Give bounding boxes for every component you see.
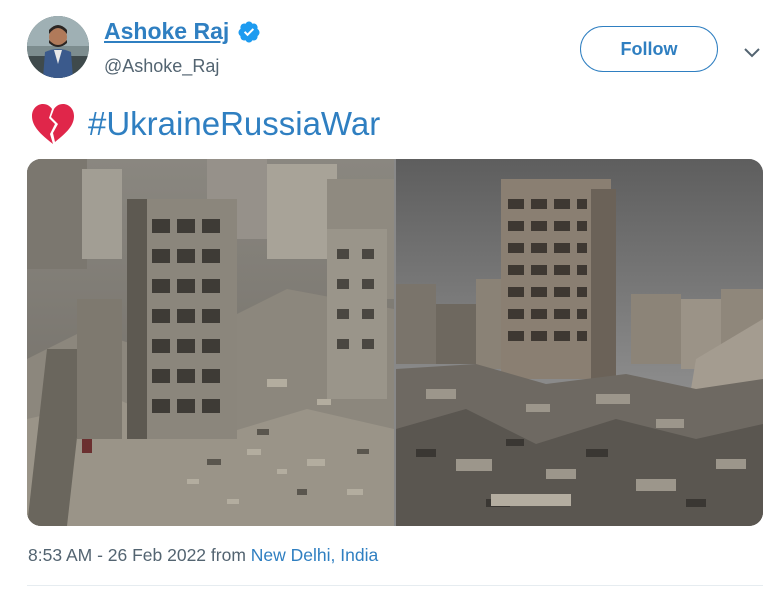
- photo-destroyed-buildings-street: [396, 159, 763, 526]
- more-options-button[interactable]: [740, 40, 764, 64]
- tweet-meta: 8:53 AM - 26 Feb 2022 from New Delhi, In…: [28, 545, 378, 566]
- photo-destroyed-buildings-aerial: [27, 159, 394, 526]
- tweet-media: [27, 159, 763, 526]
- from-label: from: [206, 545, 251, 565]
- divider: [27, 585, 763, 586]
- verified-badge-icon: [238, 21, 260, 42]
- author-handle[interactable]: @Ashoke_Raj: [104, 56, 219, 77]
- tweet-photo-2[interactable]: [396, 159, 763, 526]
- avatar[interactable]: [27, 16, 89, 78]
- tweet-photo-1[interactable]: [27, 159, 394, 526]
- tweet-timestamp[interactable]: 8:53 AM - 26 Feb 2022: [28, 545, 206, 565]
- author-display-name[interactable]: Ashoke Raj: [104, 18, 229, 45]
- location-link[interactable]: New Delhi, India: [251, 545, 378, 565]
- broken-heart-icon: [32, 104, 74, 144]
- tweet-text: #UkraineRussiaWar: [30, 102, 380, 146]
- follow-button[interactable]: Follow: [580, 26, 718, 72]
- avatar-image: [27, 16, 89, 78]
- author-name-row: Ashoke Raj: [104, 18, 261, 45]
- hashtag-link[interactable]: #UkraineRussiaWar: [88, 105, 380, 143]
- chevron-down-icon: [744, 48, 760, 58]
